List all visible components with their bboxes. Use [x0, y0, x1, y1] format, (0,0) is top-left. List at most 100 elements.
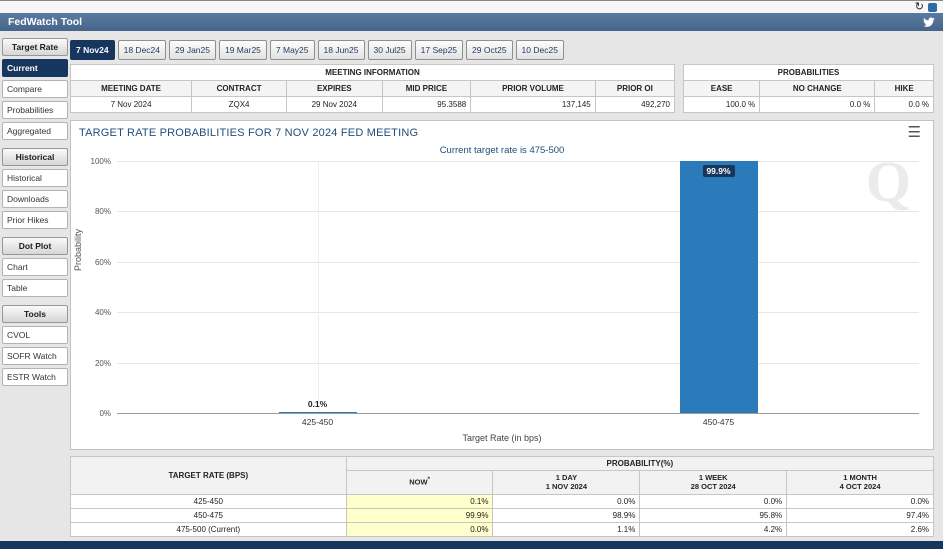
- xlabel-425-450: 425-450: [302, 417, 333, 427]
- sidebar-section-tools: Tools: [2, 305, 68, 323]
- gridline-60: [117, 262, 919, 263]
- tab-18-jun25[interactable]: 18 Jun25: [318, 40, 365, 60]
- tab-29-oct25[interactable]: 29 Oct25: [466, 40, 513, 60]
- probability-pct-header: PROBABILITY(%): [346, 457, 933, 471]
- tab-17-sep25[interactable]: 17 Sep25: [415, 40, 463, 60]
- ytick-100: 100%: [73, 157, 111, 166]
- target-rate-bps-header: TARGET RATE (BPS): [71, 457, 347, 495]
- tab-7-may25[interactable]: 7 May25: [270, 40, 315, 60]
- tab-30-jul25[interactable]: 30 Jul25: [368, 40, 412, 60]
- prior-oi-value: 492,270: [595, 97, 674, 113]
- sidebar-section-dot-plot: Dot Plot: [2, 237, 68, 255]
- week-cell: 0.0%: [640, 494, 787, 508]
- month-cell: 2.6%: [787, 522, 934, 536]
- tab-7-nov24[interactable]: 7 Nov24: [70, 40, 115, 60]
- probability-history-table: TARGET RATE (BPS) PROBABILITY(%) NOW* 1 …: [70, 456, 934, 537]
- x-axis-labels: 425-450 450-475: [117, 417, 919, 429]
- no-change-header: NO CHANGE: [760, 81, 875, 97]
- probability-chart: TARGET RATE PROBABILITIES FOR 7 NOV 2024…: [70, 120, 934, 450]
- bottom-scrollbar[interactable]: [0, 541, 943, 549]
- gridline-20: [117, 363, 919, 364]
- tab-18-dec24[interactable]: 18 Dec24: [118, 40, 166, 60]
- sidebar-item-table[interactable]: Table: [2, 279, 68, 297]
- xlabel-450-475: 450-475: [703, 417, 734, 427]
- sidebar-section-target-rate: Target Rate: [2, 38, 68, 56]
- bar-label-450-475: 99.9%: [702, 165, 734, 177]
- sidebar-item-estr-watch[interactable]: ESTR Watch: [2, 368, 68, 386]
- sidebar-item-compare[interactable]: Compare: [2, 80, 68, 98]
- day-cell: 1.1%: [493, 522, 640, 536]
- app-header: FedWatch Tool: [0, 13, 943, 31]
- meeting-date-value: 7 Nov 2024: [71, 97, 192, 113]
- day-cell: 98.9%: [493, 508, 640, 522]
- now-cell: 99.9%: [346, 508, 493, 522]
- plot-area: 100% 80% 60% 40% 20% 0% 0.1% 99.9%: [117, 161, 919, 413]
- bar-label-425-450: 0.1%: [308, 399, 327, 409]
- ytick-40: 40%: [73, 308, 111, 317]
- mid-price-header: MID PRICE: [382, 81, 471, 97]
- sidebar-item-historical[interactable]: Historical: [2, 169, 68, 187]
- expires-value: 29 Nov 2024: [286, 97, 382, 113]
- now-cell: 0.0%: [346, 522, 493, 536]
- sidebar-item-chart[interactable]: Chart: [2, 258, 68, 276]
- meeting-information-table: MEETING INFORMATION MEETING DATE CONTRAC…: [70, 64, 675, 113]
- hike-value: 0.0 %: [875, 97, 934, 113]
- bar-450-475[interactable]: 99.9%: [680, 161, 758, 413]
- col-header-1-month: 1 MONTH4 OCT 2024: [787, 471, 934, 495]
- sidebar-section-historical: Historical: [2, 148, 68, 166]
- vertical-gridline: [318, 161, 319, 413]
- ease-header: EASE: [684, 81, 760, 97]
- gridline-80: [117, 211, 919, 212]
- rate-cell: 425-450: [71, 494, 347, 508]
- mid-price-value: 95.3588: [382, 97, 471, 113]
- x-axis-title: Target Rate (in bps): [71, 433, 933, 443]
- week-cell: 4.2%: [640, 522, 787, 536]
- prior-volume-header: PRIOR VOLUME: [471, 81, 596, 97]
- meeting-info-title: MEETING INFORMATION: [71, 65, 675, 81]
- probability-history-section: TARGET RATE (BPS) PROBABILITY(%) NOW* 1 …: [70, 456, 934, 549]
- sidebar-item-aggregated[interactable]: Aggregated: [2, 122, 68, 140]
- app-title: FedWatch Tool: [8, 16, 82, 28]
- ytick-80: 80%: [73, 207, 111, 216]
- table-row-450-475: 450-475 99.9% 98.9% 95.8% 97.4%: [71, 508, 934, 522]
- tab-19-mar25[interactable]: 19 Mar25: [219, 40, 267, 60]
- tab-29-jan25[interactable]: 29 Jan25: [169, 40, 216, 60]
- gridline-40: [117, 312, 919, 313]
- rate-cell: 475-500 (Current): [71, 522, 347, 536]
- sidebar-item-current[interactable]: Current: [2, 59, 68, 77]
- rate-cell: 450-475: [71, 508, 347, 522]
- col-header-1-week: 1 WEEK28 OCT 2024: [640, 471, 787, 495]
- sidebar-item-cvol[interactable]: CVOL: [2, 326, 68, 344]
- day-cell: 0.0%: [493, 494, 640, 508]
- browser-chrome-strip: ↻: [0, 0, 943, 13]
- refresh-icon[interactable]: ↻: [915, 2, 924, 13]
- ytick-60: 60%: [73, 258, 111, 267]
- week-cell: 95.8%: [640, 508, 787, 522]
- ytick-0: 0%: [73, 409, 111, 418]
- tab-10-dec25[interactable]: 10 Dec25: [516, 40, 564, 60]
- chart-subtitle: Current target rate is 475-500: [71, 145, 933, 156]
- gridline-100: [117, 161, 919, 162]
- col-header-now: NOW*: [346, 471, 493, 495]
- prior-volume-value: 137,145: [471, 97, 596, 113]
- meeting-date-tabs: 7 Nov24 18 Dec24 29 Jan25 19 Mar25 7 May…: [70, 40, 564, 60]
- no-change-value: 0.0 %: [760, 97, 875, 113]
- chart-menu-icon[interactable]: ☰: [908, 125, 921, 140]
- month-cell: 97.4%: [787, 508, 934, 522]
- expires-header: EXPIRES: [286, 81, 382, 97]
- info-row: MEETING INFORMATION MEETING DATE CONTRAC…: [70, 64, 934, 113]
- col-header-1-day: 1 DAY1 NOV 2024: [493, 471, 640, 495]
- probabilities-table: PROBABILITIES EASE NO CHANGE HIKE 100.0 …: [683, 64, 934, 113]
- bar-425-450[interactable]: 0.1%: [279, 412, 357, 413]
- ytick-20: 20%: [73, 359, 111, 368]
- sidebar-item-downloads[interactable]: Downloads: [2, 190, 68, 208]
- now-asterisk: *: [428, 477, 430, 483]
- sidebar-item-probabilities[interactable]: Probabilities: [2, 101, 68, 119]
- chart-title: TARGET RATE PROBABILITIES FOR 7 NOV 2024…: [79, 127, 418, 139]
- sidebar-item-sofr-watch[interactable]: SOFR Watch: [2, 347, 68, 365]
- twitter-icon[interactable]: [923, 16, 935, 28]
- now-cell: 0.1%: [346, 494, 493, 508]
- share-icon[interactable]: [928, 3, 937, 12]
- sidebar-item-prior-hikes[interactable]: Prior Hikes: [2, 211, 68, 229]
- meeting-date-header: MEETING DATE: [71, 81, 192, 97]
